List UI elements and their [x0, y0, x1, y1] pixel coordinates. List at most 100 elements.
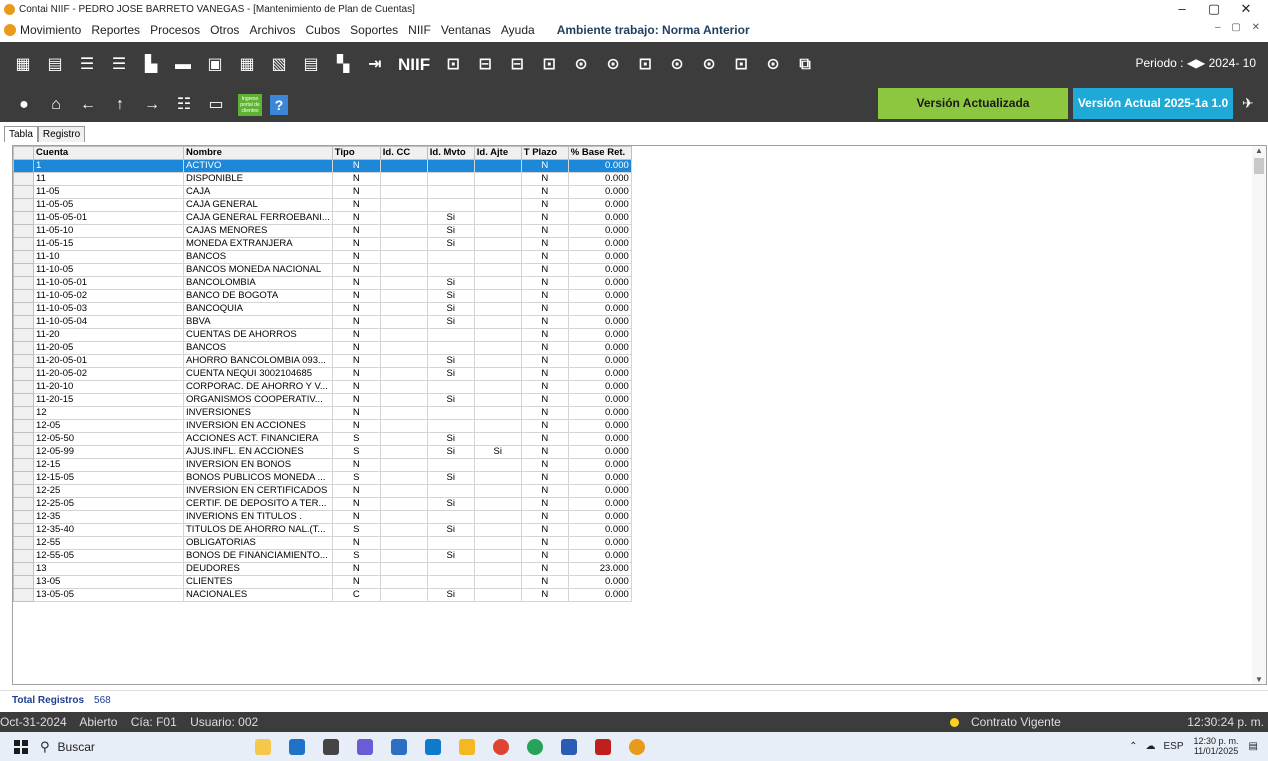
- table-cell[interactable]: 0.000: [567, 276, 632, 290]
- table-row[interactable]: 11-05-05-01 CAJA GENERAL FERROEBANI... N Si…: [13, 211, 632, 225]
- col-id-mvto[interactable]: Id. Mvto: [426, 146, 475, 160]
- row-indicator[interactable]: [13, 497, 34, 511]
- table-cell[interactable]: N: [520, 328, 569, 342]
- taskbar-pdf-icon[interactable]: [595, 738, 611, 755]
- table-cell[interactable]: [379, 224, 428, 238]
- table-cell[interactable]: 12-35: [33, 510, 184, 524]
- table-cell[interactable]: INVERSIONES: [183, 406, 333, 420]
- building-icon[interactable]: ▦: [14, 56, 32, 74]
- row-indicator[interactable]: [13, 341, 34, 355]
- table-cell[interactable]: 0.000: [567, 367, 632, 381]
- cloud-icon[interactable]: ☁: [1146, 741, 1156, 752]
- table-cell[interactable]: N: [520, 211, 569, 225]
- table-cell[interactable]: 13: [33, 562, 184, 576]
- table-cell[interactable]: [473, 159, 522, 173]
- table-cell[interactable]: N: [520, 250, 569, 264]
- table-cell[interactable]: [379, 250, 428, 264]
- table-cell[interactable]: [473, 367, 522, 381]
- table-cell[interactable]: 11-05-05-01: [33, 211, 184, 225]
- table-cell[interactable]: Si: [426, 367, 475, 381]
- taskbar-app-icon[interactable]: [425, 738, 441, 755]
- table-cell[interactable]: MONEDA EXTRANJERA: [183, 237, 333, 251]
- table-cell[interactable]: [426, 419, 475, 433]
- table-cell[interactable]: Si: [426, 497, 475, 511]
- niif-tool-icon[interactable]: ⊟: [476, 56, 494, 74]
- row-indicator[interactable]: [13, 536, 34, 550]
- table-cell[interactable]: 11-10-05: [33, 263, 184, 277]
- table-cell[interactable]: [473, 458, 522, 472]
- table-cell[interactable]: 12-55-05: [33, 549, 184, 563]
- tab-tabla[interactable]: Tabla: [4, 126, 38, 142]
- table-cell[interactable]: [473, 302, 522, 316]
- document-icon[interactable]: ▙: [142, 56, 160, 74]
- table-cell[interactable]: 11-05: [33, 185, 184, 199]
- table-cell[interactable]: N: [520, 341, 569, 355]
- version-actual-badge[interactable]: Versión Actual 2025-1a 1.0: [1073, 88, 1233, 119]
- table-cell[interactable]: [473, 276, 522, 290]
- table-cell[interactable]: [473, 289, 522, 303]
- table-cell[interactable]: N: [331, 354, 381, 368]
- table-cell[interactable]: [379, 406, 428, 420]
- table-cell[interactable]: 13-05-05: [33, 588, 184, 602]
- export-doc-icon[interactable]: ▚: [334, 56, 352, 74]
- table-cell[interactable]: [473, 354, 522, 368]
- table-cell[interactable]: 0.000: [567, 237, 632, 251]
- row-indicator[interactable]: [13, 289, 34, 303]
- niif-tool-icon[interactable]: ⊙: [604, 56, 622, 74]
- niif-tool-icon[interactable]: ⊟: [508, 56, 526, 74]
- table-cell[interactable]: N: [520, 172, 569, 186]
- table-row[interactable]: 12-05 INVERSION EN ACCIONES N N 0.000: [13, 419, 632, 433]
- table-cell[interactable]: [379, 263, 428, 277]
- table-cell[interactable]: Si: [426, 432, 475, 446]
- table-cell[interactable]: 0.000: [567, 185, 632, 199]
- table-cell[interactable]: 12-05-99: [33, 445, 184, 459]
- table-cell[interactable]: N: [331, 484, 381, 498]
- table-cell[interactable]: Si: [473, 445, 522, 459]
- row-indicator[interactable]: [13, 562, 34, 576]
- table-cell[interactable]: 0.000: [567, 393, 632, 407]
- table-cell[interactable]: Si: [426, 393, 475, 407]
- table-cell[interactable]: [473, 211, 522, 225]
- filter-icon[interactable]: ☷: [174, 95, 194, 115]
- row-indicator[interactable]: [13, 588, 34, 602]
- table-cell[interactable]: 0.000: [567, 536, 632, 550]
- table-row[interactable]: 12 INVERSIONES N N 0.000: [13, 406, 632, 420]
- row-indicator[interactable]: [13, 367, 34, 381]
- table-cell[interactable]: [473, 406, 522, 420]
- table-cell[interactable]: N: [520, 237, 569, 251]
- table-cell[interactable]: N: [520, 289, 569, 303]
- table-cell[interactable]: N: [331, 263, 381, 277]
- table-cell[interactable]: BBVA: [183, 315, 333, 329]
- table-cell[interactable]: [379, 458, 428, 472]
- col-t-plazo[interactable]: T Plazo: [520, 146, 569, 160]
- table-cell[interactable]: [473, 263, 522, 277]
- table-cell[interactable]: OBLIGATORIAS: [183, 536, 333, 550]
- window-icon[interactable]: ▭: [206, 95, 226, 115]
- list-check-icon[interactable]: ☰: [78, 56, 96, 74]
- table-cell[interactable]: TITULOS DE AHORRO NAL.(T...: [183, 523, 333, 537]
- table-cell[interactable]: S: [331, 471, 381, 485]
- table-cell[interactable]: N: [331, 302, 381, 316]
- table-cell[interactable]: C: [331, 588, 381, 602]
- row-indicator[interactable]: [13, 432, 34, 446]
- pin-icon[interactable]: ✈: [1242, 95, 1254, 112]
- table-cell[interactable]: 0.000: [567, 302, 632, 316]
- table-cell[interactable]: N: [520, 484, 569, 498]
- table-cell[interactable]: N: [520, 224, 569, 238]
- table-cell[interactable]: 12-15: [33, 458, 184, 472]
- table-row[interactable]: 13-05-05 NACIONALES C Si N 0.000: [13, 588, 632, 602]
- table-cell[interactable]: Si: [426, 224, 475, 238]
- table-cell[interactable]: Si: [426, 315, 475, 329]
- row-indicator[interactable]: [13, 419, 34, 433]
- table-cell[interactable]: BANCOQUIA: [183, 302, 333, 316]
- niif-tool-icon[interactable]: ⊙: [572, 56, 590, 74]
- table-cell[interactable]: 12-05-50: [33, 432, 184, 446]
- table-cell[interactable]: [426, 250, 475, 264]
- table-cell[interactable]: N: [331, 393, 381, 407]
- table-cell[interactable]: N: [520, 497, 569, 511]
- table-cell[interactable]: N: [520, 471, 569, 485]
- table-cell[interactable]: N: [331, 172, 381, 186]
- table-cell[interactable]: 0.000: [567, 354, 632, 368]
- table-cell[interactable]: [379, 432, 428, 446]
- table-cell[interactable]: [379, 419, 428, 433]
